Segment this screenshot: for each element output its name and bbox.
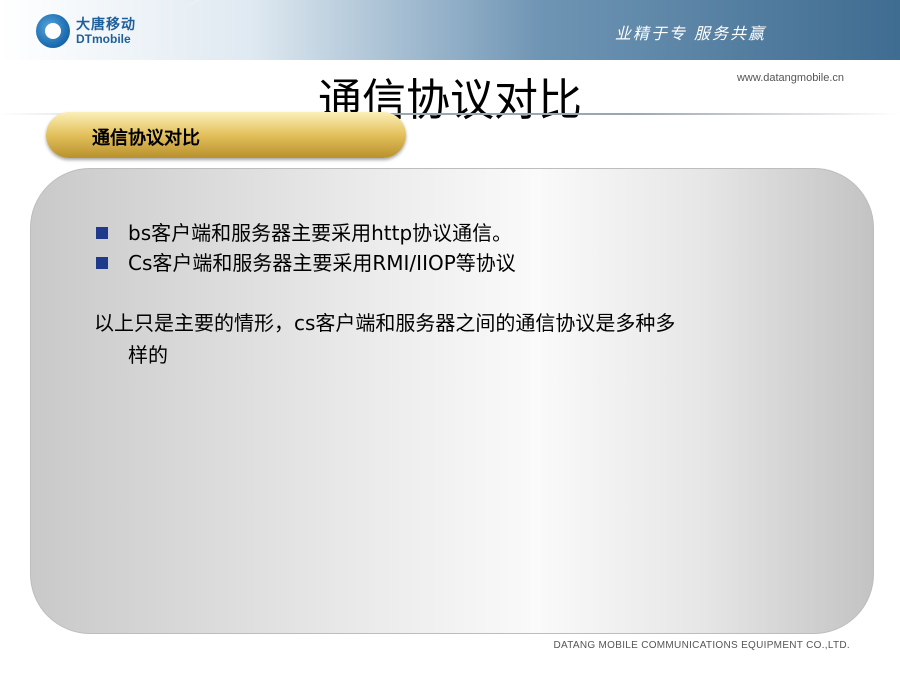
bullet-list: bs客户端和服务器主要采用http协议通信。 Cs客户端和服务器主要采用RMI/… bbox=[94, 218, 516, 278]
logo-mark-icon bbox=[36, 14, 70, 48]
bullet-item: Cs客户端和服务器主要采用RMI/IIOP等协议 bbox=[94, 248, 516, 278]
logo-chinese-name: 大唐移动 bbox=[76, 17, 136, 33]
summary-note-line-2: 样的 bbox=[128, 343, 168, 367]
logo-english-name: DTmobile bbox=[76, 32, 131, 46]
square-bullet-icon bbox=[96, 257, 108, 269]
footer-company-name: DATANG MOBILE COMMUNICATIONS EQUIPMENT C… bbox=[553, 640, 850, 651]
bullet-text: bs客户端和服务器主要采用http协议通信。 bbox=[128, 221, 513, 245]
summary-note-line-1: 以上只是主要的情形，cs客户端和服务器之间的通信协议是多种多 bbox=[94, 311, 676, 335]
header-slogan: 业精于专 服务共赢 bbox=[614, 24, 766, 43]
section-tab-label: 通信协议对比 bbox=[92, 128, 200, 149]
bullet-text: Cs客户端和服务器主要采用RMI/IIOP等协议 bbox=[128, 251, 516, 275]
square-bullet-icon bbox=[96, 227, 108, 239]
bullet-item: bs客户端和服务器主要采用http协议通信。 bbox=[94, 218, 516, 248]
company-logo: 大唐移动 DTmobile bbox=[36, 12, 156, 52]
summary-note: 以上只是主要的情形，cs客户端和服务器之间的通信协议是多种多 样的 bbox=[94, 307, 854, 371]
section-tab: 通信协议对比 bbox=[46, 112, 406, 158]
header-swoosh bbox=[180, 0, 900, 60]
